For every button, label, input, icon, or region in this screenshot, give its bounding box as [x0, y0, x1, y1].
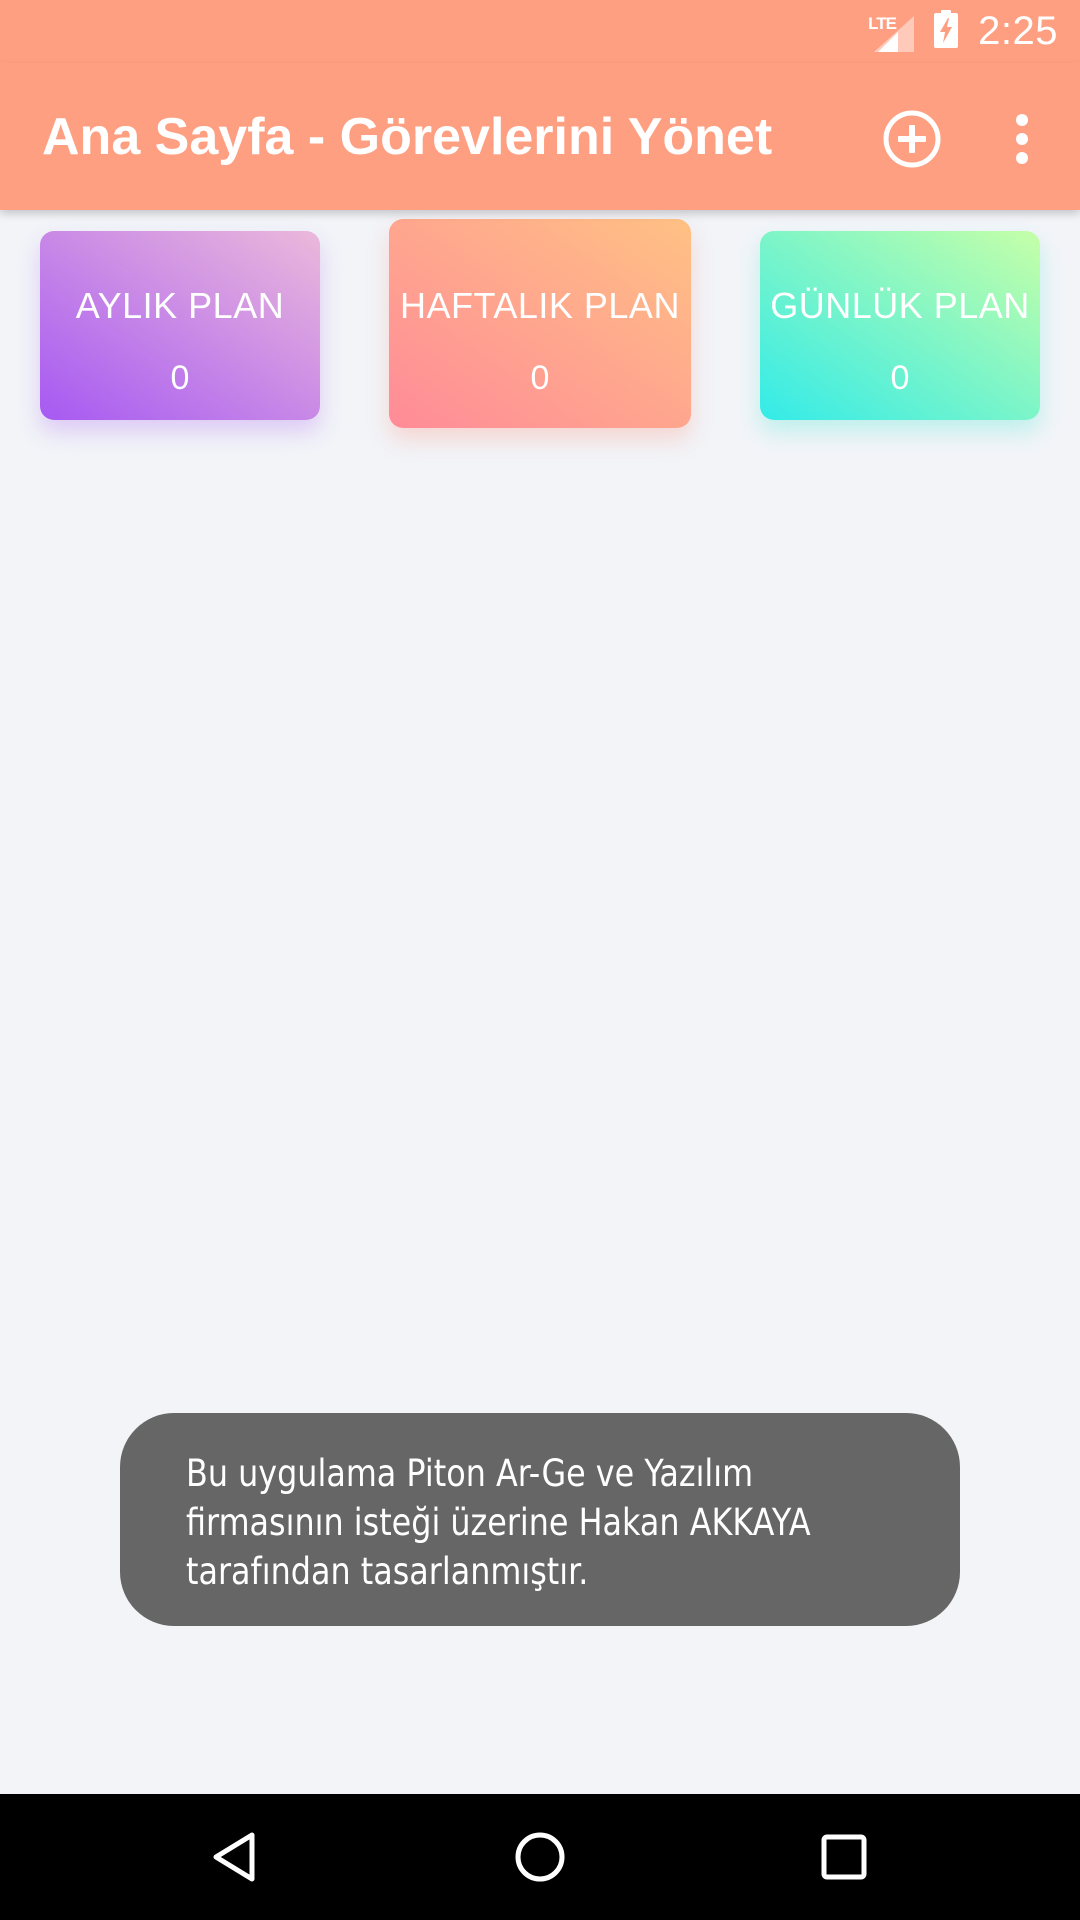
toast-message: Bu uygulama Piton Ar-Ge ve Yazılım firma… — [120, 1413, 960, 1626]
card-title: HAFTALIK PLAN — [400, 285, 680, 326]
back-icon — [213, 1832, 255, 1882]
recents-button[interactable] — [814, 1827, 874, 1887]
toast-line: firmasının isteği üzerine Hakan AKKAYA — [186, 1501, 811, 1544]
weekly-plan-card[interactable]: HAFTALIK PLAN 0 — [389, 219, 691, 428]
card-title: AYLIK PLAN — [75, 285, 285, 326]
card-count: 0 — [890, 359, 910, 397]
home-icon — [515, 1832, 565, 1882]
app-bar: Ana Sayfa - Görevlerini Yönet — [0, 63, 1080, 210]
daily-plan-card[interactable]: GÜNLÜK PLAN 0 — [760, 231, 1040, 420]
page-title: Ana Sayfa - Görevlerini Yönet — [42, 108, 773, 166]
card-count: 0 — [530, 359, 550, 397]
overflow-menu-button[interactable] — [1002, 107, 1042, 171]
home-button[interactable] — [510, 1827, 570, 1887]
monthly-plan-card[interactable]: AYLIK PLAN 0 — [40, 231, 320, 420]
status-icons: LTE 2:25 — [868, 0, 1058, 63]
toast-text: Bu uygulama Piton Ar-Ge ve Yazılım firma… — [186, 1449, 822, 1596]
cell-signal-icon: LTE — [868, 12, 915, 52]
recents-icon — [821, 1834, 867, 1880]
add-circle-icon — [883, 110, 941, 168]
card-count: 0 — [170, 359, 190, 397]
clock: 2:25 — [978, 9, 1058, 53]
more-vert-icon — [1016, 114, 1028, 164]
toast-line: tarafından tasarlanmıştır. — [186, 1550, 589, 1593]
battery-charging-icon — [934, 10, 959, 53]
back-button[interactable] — [206, 1827, 266, 1887]
system-navigation-bar — [0, 1794, 1080, 1920]
card-title: GÜNLÜK PLAN — [770, 285, 1030, 326]
toast-line: Bu uygulama Piton Ar-Ge ve Yazılım — [186, 1452, 754, 1495]
status-bar: LTE 2:25 — [0, 0, 1080, 63]
add-task-button[interactable] — [880, 107, 944, 171]
